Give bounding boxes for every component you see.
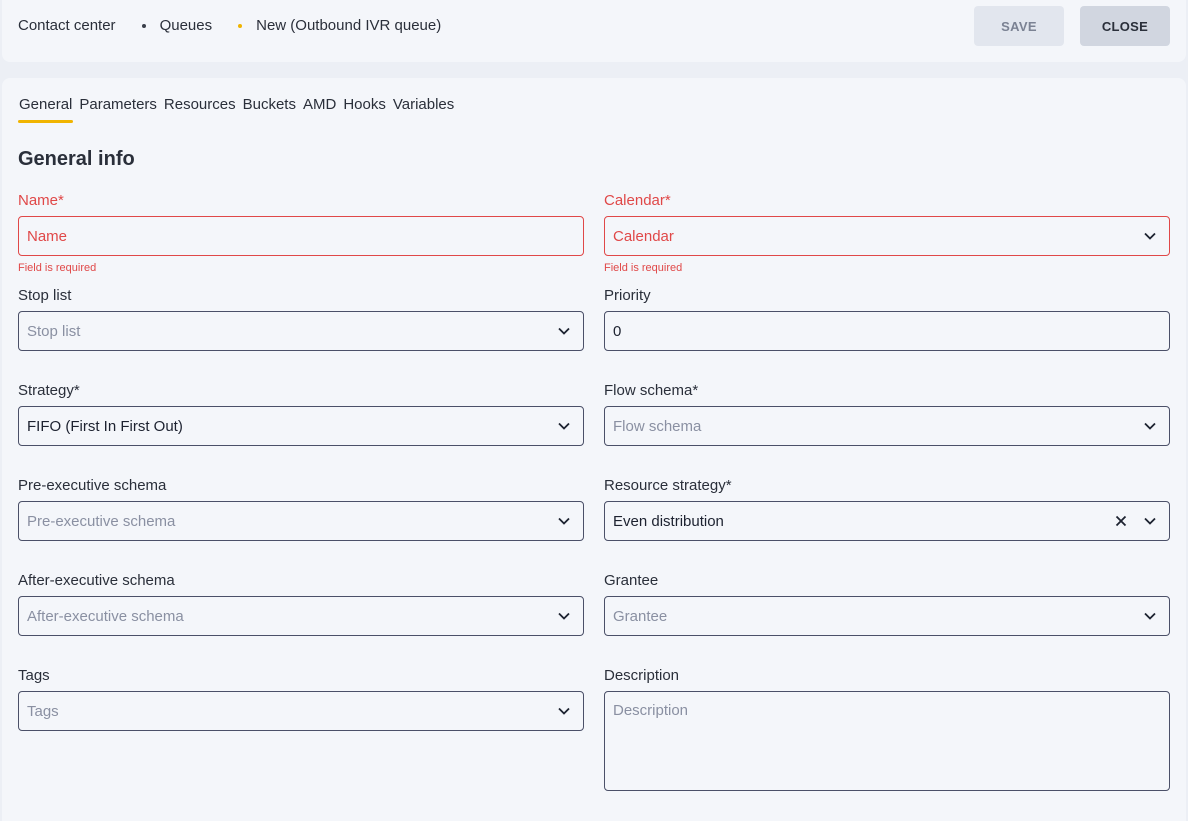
chevron-down-icon[interactable] <box>1143 231 1157 241</box>
tab-hooks[interactable]: Hooks <box>342 96 387 123</box>
stop-list-select[interactable]: Stop list <box>18 311 584 351</box>
strategy-label: Strategy* <box>18 382 80 399</box>
name-error: Field is required <box>18 262 97 274</box>
pre-executive-label: Pre-executive schema <box>18 477 167 494</box>
calendar-label: Calendar* <box>604 192 671 209</box>
chevron-down-icon[interactable] <box>557 421 571 431</box>
grantee-field-group: Grantee Grantee <box>604 572 1170 636</box>
chevron-down-icon[interactable] <box>557 516 571 526</box>
stop-list-label: Stop list <box>18 287 72 304</box>
description-field-group: Description Description <box>604 667 1170 791</box>
save-button[interactable]: SAVE <box>974 6 1064 46</box>
after-executive-field-group: After-executive schema After-executive s… <box>18 572 584 636</box>
grantee-placeholder: Grantee <box>613 607 668 625</box>
priority-field-group: Priority 0 <box>604 287 1170 351</box>
tab-variables[interactable]: Variables <box>392 96 455 123</box>
tab-amd[interactable]: AMD <box>302 96 337 123</box>
tags-select[interactable]: Tags <box>18 691 584 731</box>
close-button[interactable]: CLOSE <box>1080 6 1170 46</box>
tab-buckets[interactable]: Buckets <box>242 96 297 123</box>
grantee-label: Grantee <box>604 572 659 589</box>
name-field-group: Name* Name Field is required <box>18 192 584 274</box>
form-panel: General Parameters Resources Buckets AMD… <box>2 78 1186 821</box>
pre-executive-select[interactable]: Pre-executive schema <box>18 501 584 541</box>
calendar-select[interactable]: Calendar <box>604 216 1170 256</box>
chevron-down-icon[interactable] <box>557 706 571 716</box>
chevron-down-icon[interactable] <box>557 326 571 336</box>
pre-executive-placeholder: Pre-executive schema <box>27 512 176 530</box>
page-header: Contact center Queues New (Outbound IVR … <box>2 0 1186 62</box>
description-label: Description <box>604 667 680 684</box>
chevron-down-icon[interactable] <box>1143 421 1157 431</box>
chevron-down-icon[interactable] <box>1143 611 1157 621</box>
breadcrumb-separator-current <box>238 23 243 28</box>
tab-general[interactable]: General <box>18 96 74 123</box>
strategy-select[interactable]: FIFO (First In First Out) <box>18 406 584 446</box>
stop-list-placeholder: Stop list <box>27 322 81 340</box>
breadcrumb-contact-center[interactable]: Contact center <box>18 17 116 34</box>
stop-list-field-group: Stop list Stop list <box>18 287 584 351</box>
flow-schema-select[interactable]: Flow schema <box>604 406 1170 446</box>
resource-strategy-value: Even distribution <box>613 512 724 530</box>
name-label: Name* <box>18 192 64 209</box>
pre-executive-field-group: Pre-executive schema Pre-executive schem… <box>18 477 584 541</box>
resource-strategy-select[interactable]: Even distribution <box>604 501 1170 541</box>
section-title: General info <box>18 148 135 170</box>
strategy-field-group: Strategy* FIFO (First In First Out) <box>18 382 584 446</box>
chevron-down-icon[interactable] <box>1143 516 1157 526</box>
close-icon[interactable] <box>1115 515 1127 527</box>
breadcrumb-current: New (Outbound IVR queue) <box>256 17 442 34</box>
grantee-select[interactable]: Grantee <box>604 596 1170 636</box>
after-executive-placeholder: After-executive schema <box>27 607 184 625</box>
tab-bar: General Parameters Resources Buckets AMD… <box>18 96 460 123</box>
name-input[interactable]: Name <box>18 216 584 256</box>
chevron-down-icon[interactable] <box>557 611 571 621</box>
resource-strategy-field-group: Resource strategy* Even distribution <box>604 477 1170 541</box>
breadcrumb-separator <box>141 23 146 28</box>
calendar-placeholder: Calendar <box>613 227 674 245</box>
breadcrumb-queues[interactable]: Queues <box>160 17 213 34</box>
description-textarea[interactable]: Description <box>604 691 1170 791</box>
priority-input[interactable]: 0 <box>604 311 1170 351</box>
tags-placeholder: Tags <box>27 702 59 720</box>
after-executive-label: After-executive schema <box>18 572 175 589</box>
calendar-field-group: Calendar* Calendar Field is required <box>604 192 1170 274</box>
tags-label: Tags <box>18 667 50 684</box>
flow-schema-placeholder: Flow schema <box>613 417 702 435</box>
strategy-value: FIFO (First In First Out) <box>27 417 183 435</box>
calendar-error: Field is required <box>604 262 683 274</box>
flow-schema-field-group: Flow schema* Flow schema <box>604 382 1170 446</box>
resource-strategy-label: Resource strategy* <box>604 477 732 494</box>
tab-resources[interactable]: Resources <box>163 96 237 123</box>
flow-schema-label: Flow schema* <box>604 382 699 399</box>
priority-label: Priority <box>604 287 651 304</box>
after-executive-select[interactable]: After-executive schema <box>18 596 584 636</box>
breadcrumb: Contact center Queues New (Outbound IVR … <box>18 17 441 34</box>
tab-parameters[interactable]: Parameters <box>78 96 158 123</box>
tags-field-group: Tags Tags <box>18 667 584 731</box>
